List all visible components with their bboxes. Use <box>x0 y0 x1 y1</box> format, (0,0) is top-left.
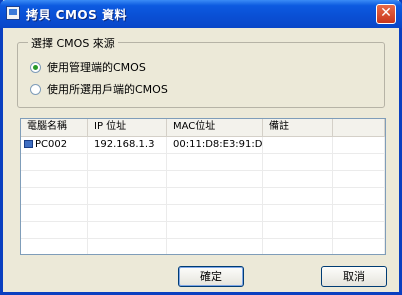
empty-row <box>21 239 385 254</box>
computer-icon <box>24 140 33 148</box>
cmos-source-group: 選擇 CMOS 來源 使用管理端的CMOS 使用所選用戶端的CMOS <box>17 35 385 108</box>
column-header-mac[interactable]: MAC位址 <box>167 119 263 136</box>
column-header-note[interactable]: 備註 <box>263 119 333 136</box>
radio-label-client: 使用所選用戶端的CMOS <box>47 83 168 96</box>
app-icon <box>6 6 20 20</box>
column-header-extra[interactable] <box>333 119 385 136</box>
radio-option-client-cmos[interactable]: 使用所選用戶端的CMOS <box>30 81 168 97</box>
cancel-button[interactable]: 取消 <box>321 266 387 287</box>
dialog-window: 拷貝 CMOS 資料 ✕ 選擇 CMOS 來源 使用管理端的CMOS 使用所選用… <box>0 0 402 295</box>
close-icon: ✕ <box>380 5 392 21</box>
radio-button-client[interactable] <box>30 83 41 95</box>
cell-note <box>263 137 333 153</box>
column-header-ip[interactable]: IP 位址 <box>88 119 167 136</box>
empty-row <box>21 188 385 205</box>
cell-ip: 192.168.1.3 <box>88 137 167 153</box>
computer-name-text: PC002 <box>35 139 68 150</box>
ok-button[interactable]: 確定 <box>178 266 244 287</box>
column-header-name[interactable]: 電腦名稱 <box>21 119 88 136</box>
empty-row <box>21 171 385 188</box>
table-row[interactable]: PC002 192.168.1.3 00:11:D8:E3:91:DB <box>21 137 385 154</box>
radio-button-admin[interactable] <box>30 61 41 73</box>
list-header: 電腦名稱 IP 位址 MAC位址 備註 <box>21 119 385 137</box>
close-button[interactable]: ✕ <box>376 4 396 24</box>
empty-row <box>21 222 385 239</box>
window-title: 拷貝 CMOS 資料 <box>26 8 127 22</box>
cell-extra <box>333 137 385 153</box>
cell-computer-name: PC002 <box>21 137 88 153</box>
cell-mac: 00:11:D8:E3:91:DB <box>167 137 263 153</box>
radio-label-admin: 使用管理端的CMOS <box>47 61 146 74</box>
empty-row <box>21 154 385 171</box>
cmos-source-legend: 選擇 CMOS 來源 <box>28 35 118 51</box>
empty-row <box>21 205 385 222</box>
computer-list[interactable]: 電腦名稱 IP 位址 MAC位址 備註 PC002 192.168.1.3 00… <box>20 118 386 255</box>
title-bar[interactable]: 拷貝 CMOS 資料 ✕ <box>0 0 402 28</box>
radio-option-admin-cmos[interactable]: 使用管理端的CMOS <box>30 59 146 75</box>
